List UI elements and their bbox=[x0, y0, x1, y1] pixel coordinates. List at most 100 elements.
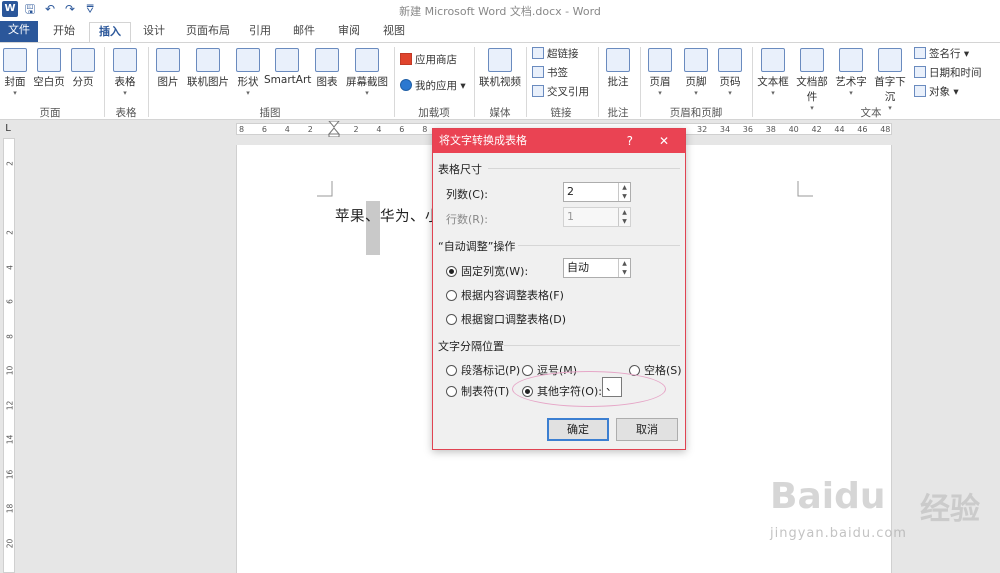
online-picture-button[interactable]: 联机图片 bbox=[184, 48, 232, 89]
tab-mailings[interactable]: 邮件 bbox=[286, 22, 322, 42]
page-number-button[interactable]: 页码 ▾ bbox=[716, 48, 744, 97]
group-separator bbox=[148, 47, 149, 117]
cover-page-button[interactable]: 封面 ▾ bbox=[2, 48, 28, 97]
blank-page-button[interactable]: 空白页 bbox=[32, 48, 66, 89]
paragraph-marks-radio[interactable]: 段落标记(P) bbox=[446, 362, 520, 378]
ruler-tick-label: 4 bbox=[284, 125, 290, 134]
tab-page-layout[interactable]: 页面布局 bbox=[180, 22, 236, 42]
fixed-width-spinner[interactable]: 自动 ▲ ▼ bbox=[563, 258, 631, 278]
drop-cap-button[interactable]: 首字下沉 ▾ bbox=[870, 48, 910, 112]
columns-spinner[interactable]: 2 ▲ ▼ bbox=[563, 182, 631, 202]
columns-label: 列数(C): bbox=[446, 188, 488, 201]
quick-parts-button[interactable]: 文档部件 ▾ bbox=[792, 48, 832, 112]
indent-marker-icon[interactable] bbox=[328, 121, 340, 137]
rows-spinner: 1 ▲ ▼ bbox=[563, 207, 631, 227]
vertical-ruler: 2 2 4 6 8 10 12 14 16 18 20 bbox=[0, 138, 18, 573]
group-label-illustrations: 插图 bbox=[259, 107, 281, 119]
picture-button[interactable]: 图片 bbox=[154, 48, 182, 89]
group-separator bbox=[598, 47, 599, 117]
bookmark-button[interactable]: 书签 bbox=[532, 64, 568, 82]
tab-design[interactable]: 设计 bbox=[136, 22, 172, 42]
cross-reference-button[interactable]: 交叉引用 bbox=[532, 83, 589, 101]
group-label-pages: 页面 bbox=[39, 107, 61, 119]
vertical-ruler-band[interactable]: 2 2 4 6 8 10 12 14 16 18 20 bbox=[3, 138, 15, 573]
smartart-icon bbox=[275, 48, 299, 72]
tab-insert[interactable]: 插入 bbox=[89, 22, 131, 42]
drop-cap-icon bbox=[878, 48, 902, 72]
wordart-button[interactable]: 艺术字 ▾ bbox=[834, 48, 868, 97]
vertical-ruler-tick-label: 16 bbox=[5, 469, 15, 479]
my-apps-button[interactable]: 我的应用 ▾ bbox=[400, 77, 466, 95]
online-video-button[interactable]: 联机视频 bbox=[478, 48, 522, 89]
ruler-tick-label: 8 bbox=[239, 125, 245, 134]
group-label-tables: 表格 bbox=[115, 107, 137, 119]
baidu-watermark: Baidu 经验 jingyan.baidu.com bbox=[770, 462, 990, 552]
blank-page-icon bbox=[37, 48, 61, 72]
screenshot-button[interactable]: 屏幕截图 ▾ bbox=[344, 48, 390, 97]
ribbon-insert: 封面 ▾ 空白页 分页 页面 表格 ▾ 表格 图片 联机图片 形状 ▾ SmartAr… bbox=[0, 42, 1000, 120]
cover-page-icon bbox=[3, 48, 27, 72]
dialog-title-bar[interactable]: 将文字转换成表格 ? ✕ bbox=[433, 129, 685, 153]
vertical-ruler-tick-label: 20 bbox=[5, 538, 15, 548]
signature-line-button[interactable]: 签名行 ▾ bbox=[914, 45, 969, 63]
shapes-button[interactable]: 形状 ▾ bbox=[234, 48, 262, 97]
vertical-ruler-tick-label: 6 bbox=[5, 299, 15, 304]
vertical-ruler-tick-label: 14 bbox=[5, 434, 15, 445]
chart-button[interactable]: 图表 bbox=[314, 48, 340, 89]
ruler-tick-label: 44 bbox=[834, 125, 845, 134]
help-icon[interactable]: ? bbox=[627, 129, 633, 153]
section-separate-text: 文字分隔位置 bbox=[438, 338, 680, 354]
comment-button[interactable]: 批注 bbox=[604, 48, 632, 89]
close-icon[interactable]: ✕ bbox=[659, 129, 669, 153]
group-separator bbox=[752, 47, 753, 117]
ruler-tick-label: 34 bbox=[719, 125, 731, 134]
crop-mark-top-left bbox=[317, 181, 333, 197]
quick-parts-icon bbox=[800, 48, 824, 72]
table-button[interactable]: 表格 ▾ bbox=[110, 48, 140, 97]
picture-icon bbox=[156, 48, 180, 72]
ruler-tick-label: 6 bbox=[399, 125, 405, 134]
textbox-button[interactable]: 文本框 ▾ bbox=[756, 48, 790, 97]
object-button[interactable]: 对象 ▾ bbox=[914, 83, 959, 101]
header-button[interactable]: 页眉 ▾ bbox=[646, 48, 674, 97]
tabs-radio[interactable]: 制表符(T) bbox=[446, 383, 509, 399]
store-button[interactable]: 应用商店 bbox=[400, 51, 457, 69]
group-label-comments: 批注 bbox=[607, 107, 629, 119]
store-icon bbox=[400, 53, 412, 65]
cross-reference-icon bbox=[532, 85, 544, 97]
tab-home[interactable]: 开始 bbox=[44, 22, 84, 42]
bookmark-icon bbox=[532, 66, 544, 78]
document-text[interactable]: 苹果、华为、小 bbox=[335, 205, 440, 226]
object-icon bbox=[914, 85, 926, 97]
tab-view[interactable]: 视图 bbox=[376, 22, 412, 42]
ok-button[interactable]: 确定 bbox=[547, 418, 609, 441]
vertical-ruler-tick-label: 2 bbox=[5, 230, 15, 235]
highlight-ellipse bbox=[512, 371, 666, 407]
ruler-tick-label: 38 bbox=[765, 125, 776, 134]
rows-label: 行数(R): bbox=[446, 213, 488, 226]
group-separator bbox=[394, 47, 395, 117]
textbox-icon bbox=[761, 48, 785, 72]
smartart-button[interactable]: SmartArt bbox=[264, 48, 311, 86]
tab-references[interactable]: 引用 bbox=[242, 22, 278, 42]
wordart-icon bbox=[839, 48, 863, 72]
date-time-button[interactable]: 日期和时间 bbox=[914, 64, 982, 82]
spin-up-icon: ▲ bbox=[622, 260, 627, 267]
vertical-ruler-tick-label: 4 bbox=[5, 264, 15, 270]
group-label-header-footer: 页眉和页脚 bbox=[669, 107, 723, 119]
tab-review[interactable]: 审阅 bbox=[331, 22, 367, 42]
fixed-column-width-radio[interactable]: 固定列宽(W): bbox=[446, 263, 528, 279]
tab-selector-icon[interactable]: L bbox=[2, 123, 14, 135]
hyperlink-button[interactable]: 超链接 bbox=[532, 45, 579, 63]
autofit-contents-radio[interactable]: 根据内容调整表格(F) bbox=[446, 287, 564, 303]
cancel-button[interactable]: 取消 bbox=[616, 418, 678, 441]
watermark-cn: 经验 bbox=[920, 492, 980, 527]
footer-button[interactable]: 页脚 ▾ bbox=[682, 48, 710, 97]
spin-up-icon: ▲ bbox=[622, 184, 627, 191]
ruler-tick-label: 4 bbox=[376, 125, 382, 134]
autofit-window-radio[interactable]: 根据窗口调整表格(D) bbox=[446, 311, 566, 327]
page-break-button[interactable]: 分页 bbox=[70, 48, 96, 89]
spin-down-icon: ▼ bbox=[622, 193, 627, 200]
tab-file[interactable]: 文件 bbox=[0, 21, 38, 42]
page-number-icon bbox=[718, 48, 742, 72]
